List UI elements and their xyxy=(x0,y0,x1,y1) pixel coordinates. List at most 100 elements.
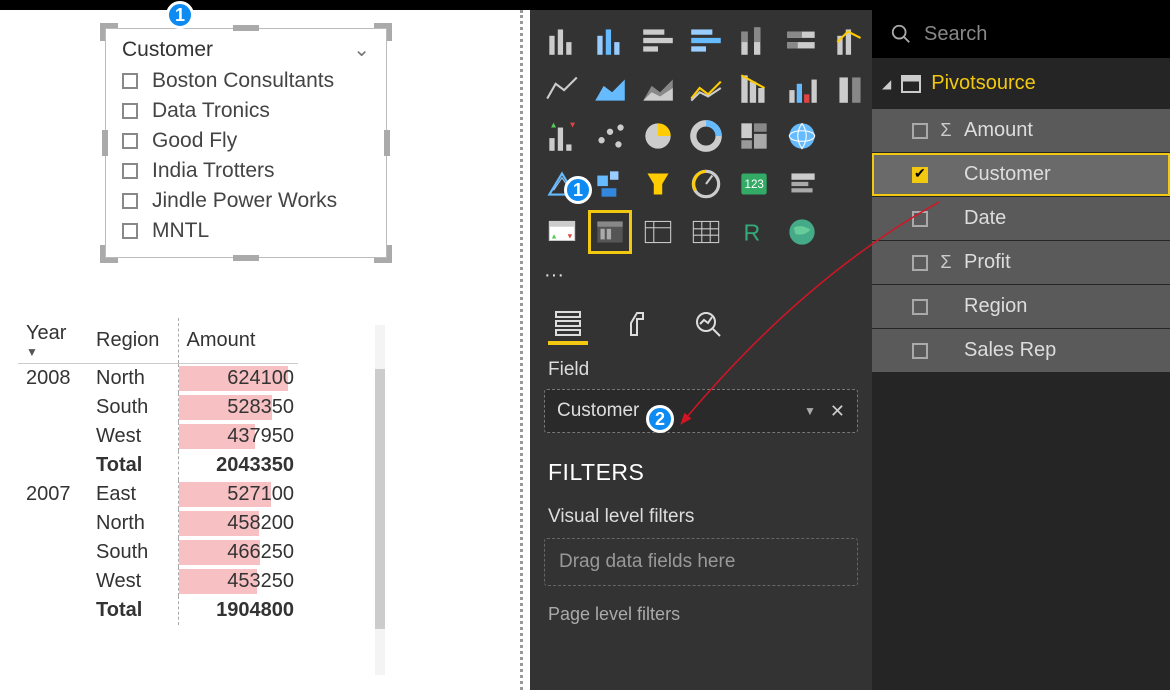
checkbox-icon[interactable] xyxy=(122,163,138,179)
viz-type-icon[interactable] xyxy=(588,210,632,254)
svg-text:▼: ▼ xyxy=(568,120,576,130)
cell-amount: 528350 xyxy=(178,393,298,422)
field-item[interactable]: Region xyxy=(872,285,1170,328)
tab-format[interactable] xyxy=(618,305,658,345)
checkbox-icon[interactable] xyxy=(122,223,138,239)
slicer-item[interactable]: Good Fly xyxy=(122,126,370,156)
viz-type-icon[interactable]: ▲▼ xyxy=(540,210,584,254)
checkbox-icon[interactable] xyxy=(912,167,928,183)
slicer-item-label: Good Fly xyxy=(152,129,237,153)
field-item[interactable]: ΣProfit xyxy=(872,241,1170,284)
cell-region: Total xyxy=(88,596,178,625)
field-well[interactable]: Customer ▼ ✕ xyxy=(544,389,858,433)
cell-year xyxy=(18,596,88,625)
sigma-icon: Σ xyxy=(938,252,954,273)
filters-heading: FILTERS xyxy=(530,433,872,494)
field-item[interactable]: Customer xyxy=(872,153,1170,196)
viz-type-icon[interactable] xyxy=(636,66,680,110)
viz-type-icon[interactable] xyxy=(636,162,680,206)
viz-more-ellipsis[interactable]: ··· xyxy=(530,262,872,289)
fields-panel: Search ◢ Pivotsource ΣAmountCustomerDate… xyxy=(872,10,1170,690)
viz-type-icon[interactable] xyxy=(684,162,728,206)
checkbox-icon[interactable] xyxy=(912,343,928,359)
viz-type-icon[interactable] xyxy=(732,18,776,62)
search-icon xyxy=(890,23,912,45)
viz-type-icon[interactable] xyxy=(828,18,872,62)
cell-year xyxy=(18,451,88,480)
viz-type-icon[interactable]: ▲▼ xyxy=(540,114,584,158)
cell-amount: 437950 xyxy=(178,422,298,451)
viz-type-icon[interactable] xyxy=(684,114,728,158)
checkbox-icon[interactable] xyxy=(912,211,928,227)
field-item[interactable]: Sales Rep xyxy=(872,329,1170,372)
col-amount[interactable]: Amount xyxy=(178,318,298,364)
viz-type-icon[interactable] xyxy=(684,18,728,62)
chevron-down-icon[interactable]: ⌄ xyxy=(353,37,370,62)
viz-type-icon xyxy=(828,210,872,254)
table-row: South528350 xyxy=(18,393,298,422)
slicer-item[interactable]: Data Tronics xyxy=(122,96,370,126)
checkbox-icon[interactable] xyxy=(122,73,138,89)
viz-type-icon[interactable] xyxy=(588,18,632,62)
viz-type-icon[interactable] xyxy=(828,66,872,110)
field-well-label: Field xyxy=(530,345,872,389)
checkbox-icon[interactable] xyxy=(122,193,138,209)
checkbox-icon[interactable] xyxy=(912,255,928,271)
checkbox-icon[interactable] xyxy=(122,103,138,119)
slicer-item-label: Jindle Power Works xyxy=(152,189,337,213)
viz-type-icon[interactable] xyxy=(732,114,776,158)
viz-type-icon[interactable] xyxy=(780,18,824,62)
matrix-visual[interactable]: Year▼ Region Amount 2008North624100South… xyxy=(18,318,388,625)
viz-type-icon[interactable] xyxy=(684,66,728,110)
viz-type-icon[interactable] xyxy=(588,114,632,158)
cell-amount: 2043350 xyxy=(178,451,298,480)
field-item[interactable]: Date xyxy=(872,197,1170,240)
viz-type-icon[interactable] xyxy=(540,66,584,110)
visual-filters-dropzone[interactable]: Drag data fields here xyxy=(544,538,858,586)
checkbox-icon[interactable] xyxy=(912,123,928,139)
viz-type-icon[interactable] xyxy=(780,162,824,206)
viz-type-icon[interactable] xyxy=(636,18,680,62)
checkbox-icon[interactable] xyxy=(122,133,138,149)
fields-search[interactable]: Search xyxy=(872,10,1170,58)
viz-type-icon[interactable] xyxy=(636,114,680,158)
viz-type-icon[interactable] xyxy=(780,114,824,158)
remove-field-icon[interactable]: ✕ xyxy=(830,401,845,422)
cell-year xyxy=(18,422,88,451)
matrix-scrollbar[interactable] xyxy=(375,325,385,675)
dropdown-icon[interactable]: ▼ xyxy=(804,404,816,418)
slicer-item[interactable]: MNTL xyxy=(122,216,370,246)
callout-badge-2: 2 xyxy=(646,405,674,433)
viz-type-icon[interactable] xyxy=(684,210,728,254)
viz-type-icon[interactable] xyxy=(540,18,584,62)
expand-icon[interactable]: ◢ xyxy=(882,77,891,91)
viz-type-icon[interactable] xyxy=(780,66,824,110)
slicer-item[interactable]: Boston Consultants xyxy=(122,66,370,96)
cell-region: North xyxy=(88,364,178,394)
slicer-item-label: India Trotters xyxy=(152,159,275,183)
field-well-value: Customer xyxy=(557,400,639,422)
viz-type-icon[interactable] xyxy=(636,210,680,254)
tab-fields[interactable] xyxy=(548,305,588,345)
slicer-item[interactable]: India Trotters xyxy=(122,156,370,186)
slicer-item[interactable]: Jindle Power Works xyxy=(122,186,370,216)
cell-region: Total xyxy=(88,451,178,480)
table-node[interactable]: ◢ Pivotsource xyxy=(872,58,1170,109)
col-year[interactable]: Year xyxy=(26,322,80,345)
cell-year xyxy=(18,393,88,422)
viz-type-icon[interactable] xyxy=(588,162,632,206)
viz-type-icon[interactable] xyxy=(588,66,632,110)
callout-badge-1b: 1 xyxy=(564,176,592,204)
viz-type-icon[interactable]: R xyxy=(732,210,776,254)
viz-type-icon[interactable] xyxy=(732,66,776,110)
viz-type-icon[interactable] xyxy=(780,210,824,254)
viz-type-icon[interactable]: 123 xyxy=(732,162,776,206)
slicer-visual[interactable]: Customer ⌄ Boston ConsultantsData Tronic… xyxy=(105,28,387,258)
field-item[interactable]: ΣAmount xyxy=(872,109,1170,152)
cell-year xyxy=(18,509,88,538)
table-row: North458200 xyxy=(18,509,298,538)
col-region[interactable]: Region xyxy=(88,318,178,364)
table-row: West437950 xyxy=(18,422,298,451)
tab-analytics[interactable] xyxy=(688,305,728,345)
checkbox-icon[interactable] xyxy=(912,299,928,315)
